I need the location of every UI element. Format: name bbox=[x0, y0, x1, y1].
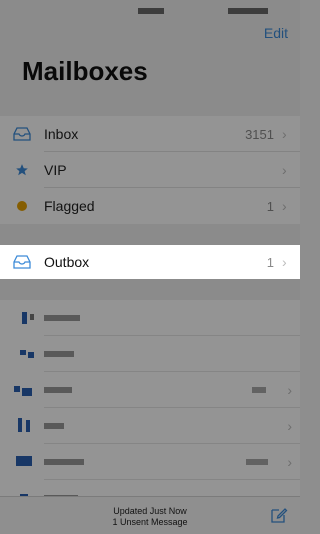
outbox-label: Outbox bbox=[44, 254, 90, 270]
mailbox-count: 1 bbox=[266, 198, 274, 214]
account-row[interactable]: › bbox=[0, 444, 300, 480]
account-row[interactable] bbox=[0, 300, 300, 336]
flag-dot-icon bbox=[0, 200, 44, 212]
status-blur bbox=[138, 8, 164, 14]
mailbox-row-outbox[interactable]: Outbox 1 › bbox=[0, 245, 300, 279]
bottom-toolbar: Updated Just Now 1 Unsent Message bbox=[0, 496, 300, 534]
account-row[interactable]: › bbox=[0, 408, 300, 444]
mailbox-row-vip[interactable]: VIP › bbox=[0, 152, 300, 188]
page-title: Mailboxes bbox=[22, 56, 148, 86]
account-list: › › › bbox=[0, 300, 300, 516]
outbox-tray-icon bbox=[0, 255, 44, 269]
chevron-right-icon: › bbox=[282, 198, 287, 214]
account-row[interactable]: › bbox=[0, 372, 300, 408]
mailbox-row-inbox[interactable]: Inbox 3151 › bbox=[0, 116, 300, 152]
chevron-right-icon: › bbox=[287, 454, 292, 470]
mailbox-label: Flagged bbox=[44, 198, 95, 214]
mailbox-group: Inbox 3151 › VIP › Flagged 1 › bbox=[0, 116, 300, 224]
inbox-tray-icon bbox=[0, 127, 44, 141]
unsent-status: 1 Unsent Message bbox=[112, 517, 188, 527]
account-row[interactable] bbox=[0, 336, 300, 372]
update-status: Updated Just Now bbox=[113, 506, 187, 516]
chevron-right-icon: › bbox=[282, 162, 287, 178]
star-icon bbox=[0, 163, 44, 177]
compose-icon[interactable] bbox=[270, 506, 288, 529]
chevron-right-icon: › bbox=[287, 382, 292, 398]
chevron-right-icon: › bbox=[282, 126, 287, 142]
mailbox-count: 3151 bbox=[245, 126, 274, 142]
chevron-right-icon: › bbox=[287, 418, 292, 434]
edit-button[interactable]: Edit bbox=[264, 25, 288, 41]
mailbox-label: Inbox bbox=[44, 126, 79, 142]
chevron-right-icon: › bbox=[282, 254, 287, 270]
mailbox-label: VIP bbox=[44, 162, 67, 178]
status-bar bbox=[0, 0, 300, 20]
outbox-count: 1 bbox=[266, 254, 274, 270]
mailbox-row-flagged[interactable]: Flagged 1 › bbox=[0, 188, 300, 224]
status-blur bbox=[228, 8, 268, 14]
